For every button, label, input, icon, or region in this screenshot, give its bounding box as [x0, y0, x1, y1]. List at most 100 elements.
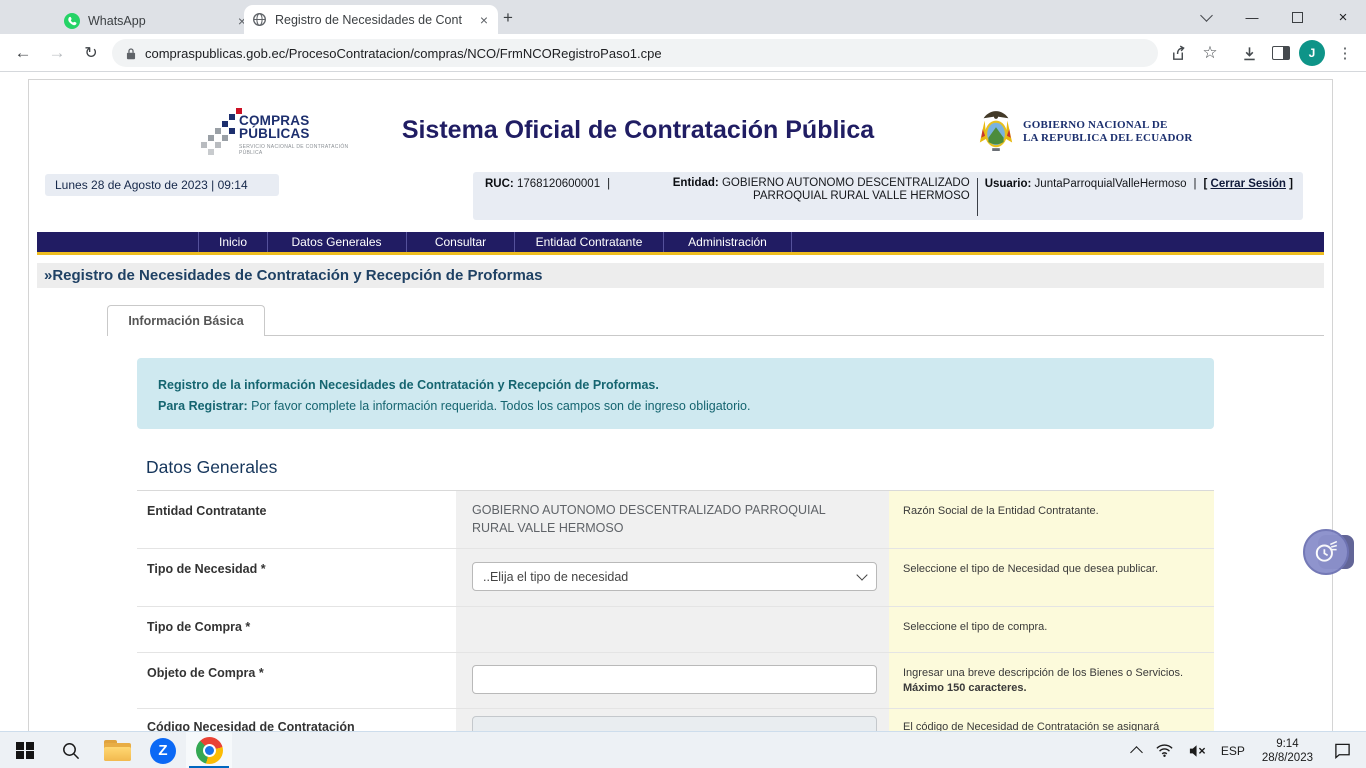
notification-icon: [1333, 742, 1352, 759]
field-label: Código Necesidad de Contratación: [137, 709, 456, 732]
url-bar[interactable]: compraspublicas.gob.ec/ProcesoContrataci…: [112, 39, 1158, 67]
forward-button[interactable]: →: [42, 38, 72, 68]
main-navigation: Inicio Datos Generales Consultar Entidad…: [37, 232, 1324, 255]
browser-menu-button[interactable]: ⋮: [1330, 38, 1360, 68]
tab-registro-active[interactable]: Registro de Necesidades de Cont ×: [244, 5, 498, 34]
tab-close-icon[interactable]: ×: [478, 12, 490, 28]
reload-button[interactable]: ↻: [76, 38, 106, 68]
session-timer-widget[interactable]: [1303, 529, 1349, 575]
entidad-value: GOBIERNO AUTONOMO DESCENTRALIZADO PARROQ…: [456, 491, 858, 537]
webpage: COMPRAS PÚBLICAS SERVICIO NACIONAL DE CO…: [0, 72, 1366, 731]
chevron-down-icon: [1200, 9, 1213, 22]
profile-avatar[interactable]: J: [1299, 40, 1325, 66]
field-label: Tipo de Necesidad *: [137, 549, 456, 606]
form-row-tipo-compra: Tipo de Compra * Seleccione el tipo de c…: [137, 606, 1214, 652]
form-row-objeto-compra: Objeto de Compra * Ingresar una breve de…: [137, 652, 1214, 708]
action-center-button[interactable]: [1323, 732, 1366, 768]
taskbar: Z ESP 9:14 28/8/2023: [0, 731, 1366, 768]
notice-box: Registro de la información Necesidades d…: [137, 358, 1214, 429]
gov-line1: GOBIERNO NACIONAL DE: [1023, 119, 1193, 132]
form-table: Entidad Contratante GOBIERNO AUTONOMO DE…: [137, 491, 1214, 732]
tab-search-button[interactable]: [1183, 0, 1229, 34]
select-value: ..Elija el tipo de necesidad: [483, 570, 858, 584]
field-value-cell: [456, 607, 889, 652]
datetime-box: Lunes 28 de Agosto de 2023 | 09:14: [45, 174, 279, 196]
field-help: Ingresar una breve descripción de los Bi…: [889, 653, 1214, 708]
file-explorer-button[interactable]: [94, 732, 140, 768]
taskbar-search-button[interactable]: [48, 732, 94, 768]
nav-item-inicio[interactable]: Inicio: [198, 232, 268, 252]
volume-muted-button[interactable]: [1181, 732, 1214, 768]
tab-whatsapp[interactable]: WhatsApp ×: [56, 7, 256, 34]
vertical-separator: [977, 178, 978, 216]
field-help: Seleccione el tipo de Necesidad que dese…: [889, 549, 1214, 606]
field-help: Razón Social de la Entidad Contratante.: [889, 491, 1214, 548]
clock[interactable]: 9:14 28/8/2023: [1252, 732, 1323, 768]
start-button[interactable]: [2, 732, 48, 768]
url-text: compraspublicas.gob.ec/ProcesoContrataci…: [145, 46, 662, 61]
tray-time: 9:14: [1276, 737, 1298, 751]
folder-icon: [104, 740, 131, 761]
field-label: Tipo de Compra *: [137, 607, 456, 652]
field-value-cell: [456, 709, 889, 732]
back-button[interactable]: ←: [8, 38, 38, 68]
window-close-button[interactable]: ×: [1320, 0, 1366, 34]
lock-icon: [126, 47, 136, 60]
chrome-icon: [196, 737, 223, 764]
notice-line2: Para Registrar: Por favor complete la in…: [158, 396, 1214, 417]
window-minimize-button[interactable]: —: [1229, 0, 1275, 34]
clock-wings-icon: [1313, 539, 1339, 565]
chrome-taskbar-button[interactable]: [186, 732, 232, 768]
ecuador-crest-icon: [977, 110, 1015, 154]
z-app-icon: Z: [150, 738, 176, 764]
nav-item-entidad-contratante[interactable]: Entidad Contratante: [515, 232, 664, 252]
search-icon: [61, 741, 81, 761]
window-restore-button[interactable]: [1274, 0, 1320, 34]
language-indicator[interactable]: ESP: [1214, 732, 1252, 768]
nav-item-administracion[interactable]: Administración: [664, 232, 792, 252]
nav-item-consultar[interactable]: Consultar: [407, 232, 515, 252]
help-text: Ingresar una breve descripción de los Bi…: [903, 666, 1200, 681]
logo-line2: PÚBLICAS: [239, 127, 310, 140]
chevron-down-icon: [856, 569, 867, 580]
new-tab-button[interactable]: +: [496, 8, 520, 28]
breadcrumb-bar: »Registro de Necesidades de Contratación…: [37, 263, 1324, 288]
page-container: COMPRAS PÚBLICAS SERVICIO NACIONAL DE CO…: [28, 79, 1333, 732]
tab-informacion-basica[interactable]: Información Básica: [107, 305, 265, 336]
side-panel-button[interactable]: [1266, 38, 1296, 68]
share-button[interactable]: [1163, 38, 1193, 68]
bookmark-star-button[interactable]: ☆: [1195, 38, 1225, 68]
nav-item-datos-generales[interactable]: Datos Generales: [267, 232, 407, 252]
downloads-button[interactable]: [1234, 38, 1264, 68]
z-app-button[interactable]: Z: [140, 732, 186, 768]
tipo-necesidad-select[interactable]: ..Elija el tipo de necesidad: [472, 562, 877, 591]
tab-title: Registro de Necesidades de Cont: [275, 13, 470, 27]
logout-link[interactable]: Cerrar Sesión: [1211, 178, 1286, 190]
wifi-button[interactable]: [1148, 732, 1181, 768]
help-text-bold: Máximo 150 caracteres.: [903, 681, 1200, 696]
tab-title: WhatsApp: [88, 14, 228, 28]
objeto-compra-input[interactable]: [472, 665, 877, 694]
globe-icon: [252, 12, 267, 27]
usuario-text: Usuario: JuntaParroquialValleHermoso: [985, 178, 1187, 190]
field-label: Objeto de Compra *: [137, 653, 456, 708]
side-panel-icon: [1272, 46, 1290, 60]
entidad-text: Entidad: GOBIERNO AUTONOMO DESCENTRALIZA…: [617, 177, 970, 202]
tab-panel-border: [107, 335, 1324, 336]
pipe-separator: |: [1193, 178, 1196, 190]
codigo-necesidad-input: [472, 716, 877, 732]
section-title: Datos Generales: [146, 457, 277, 478]
gov-line2: LA REPUBLICA DEL ECUADOR: [1023, 132, 1193, 145]
notice-line1: Registro de la información Necesidades d…: [158, 375, 1214, 396]
chevron-up-icon: [1130, 746, 1143, 759]
field-label: Entidad Contratante: [137, 491, 456, 548]
logo-tagline: SERVICIO NACIONAL DE CONTRATACIÓN PÚBLIC…: [239, 144, 351, 156]
screen: WhatsApp × Registro de Necesidades de Co…: [0, 0, 1366, 768]
compras-publicas-logo: COMPRAS PÚBLICAS SERVICIO NACIONAL DE CO…: [201, 108, 351, 164]
browser-tab-strip: WhatsApp × Registro de Necesidades de Co…: [0, 0, 1366, 34]
whatsapp-icon: [64, 13, 80, 29]
field-value-cell: GOBIERNO AUTONOMO DESCENTRALIZADO PARROQ…: [456, 491, 889, 548]
windows-logo-icon: [16, 742, 34, 760]
restore-icon: [1292, 12, 1303, 23]
tray-overflow-button[interactable]: [1125, 732, 1148, 768]
